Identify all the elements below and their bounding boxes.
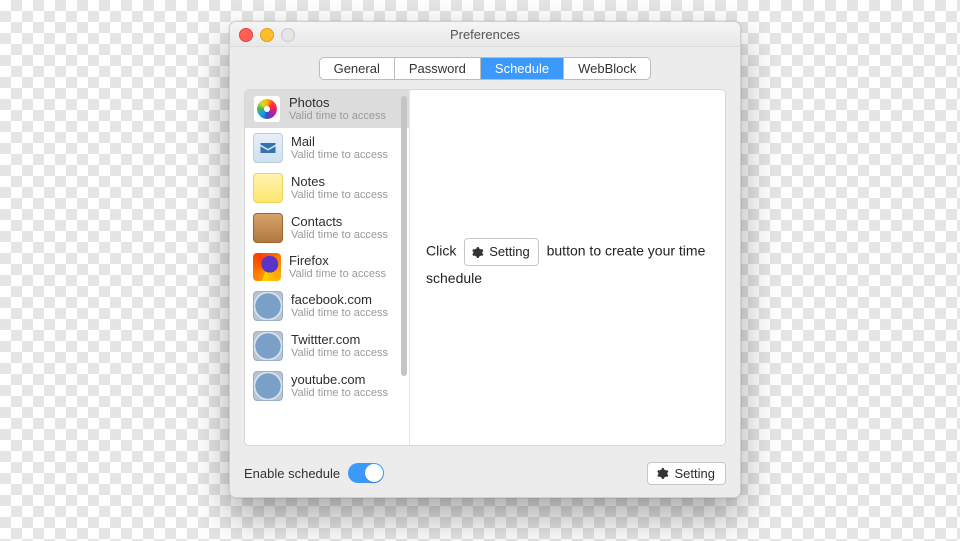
tab-password[interactable]: Password xyxy=(395,58,481,79)
list-item[interactable]: Photos Valid time to access xyxy=(245,90,409,128)
list-item-subtitle: Valid time to access xyxy=(291,189,388,202)
maximize-icon xyxy=(281,28,295,42)
preferences-window: Preferences General Password Schedule We… xyxy=(229,21,741,498)
tab-general[interactable]: General xyxy=(320,58,395,79)
close-icon[interactable] xyxy=(239,28,253,42)
tab-bar: General Password Schedule WebBlock xyxy=(319,57,652,80)
notes-icon xyxy=(253,173,283,203)
mail-icon xyxy=(253,133,283,163)
list-item-label: youtube.com xyxy=(291,372,388,387)
list-item[interactable]: Firefox Valid time to access xyxy=(245,248,409,286)
enable-schedule-toggle[interactable] xyxy=(348,463,384,483)
detail-pane: Click Setting button to create your time… xyxy=(410,90,725,445)
toggle-knob xyxy=(365,464,383,482)
tab-webblock[interactable]: WebBlock xyxy=(564,58,650,79)
list-item-subtitle: Valid time to access xyxy=(289,110,386,123)
list-item-subtitle: Valid time to access xyxy=(291,307,388,320)
setting-button-label: Setting xyxy=(675,466,715,481)
safari-icon xyxy=(253,331,283,361)
panel: Photos Valid time to access Mail Valid t… xyxy=(244,89,726,446)
list-item-label: Mail xyxy=(291,134,388,149)
gear-icon xyxy=(471,246,484,259)
list-item-label: Twittter.com xyxy=(291,332,388,347)
titlebar: Preferences xyxy=(230,22,740,47)
list-item-subtitle: Valid time to access xyxy=(289,268,386,281)
setting-button[interactable]: Setting xyxy=(647,462,726,485)
hint-text-before: Click xyxy=(426,243,456,259)
list-item-subtitle: Valid time to access xyxy=(291,229,388,242)
list-item-subtitle: Valid time to access xyxy=(291,347,388,360)
empty-schedule-hint: Click Setting button to create your time… xyxy=(426,238,709,290)
sidebar-scrollbar[interactable] xyxy=(401,96,407,439)
list-item-subtitle: Valid time to access xyxy=(291,149,388,162)
scroll-thumb[interactable] xyxy=(401,96,407,376)
tabs-row: General Password Schedule WebBlock xyxy=(230,47,740,89)
setting-inline-button[interactable]: Setting xyxy=(464,238,538,266)
safari-icon xyxy=(253,371,283,401)
list-item-label: Firefox xyxy=(289,253,386,268)
enable-schedule-label: Enable schedule xyxy=(244,466,340,481)
app-sidebar: Photos Valid time to access Mail Valid t… xyxy=(245,90,410,445)
list-item[interactable]: Contacts Valid time to access xyxy=(245,208,409,248)
window-title: Preferences xyxy=(450,27,520,42)
list-item-label: Photos xyxy=(289,95,386,110)
tab-schedule[interactable]: Schedule xyxy=(481,58,564,79)
list-item-label: Notes xyxy=(291,174,388,189)
minimize-icon[interactable] xyxy=(260,28,274,42)
list-item-subtitle: Valid time to access xyxy=(291,387,388,400)
list-item[interactable]: Twittter.com Valid time to access xyxy=(245,326,409,366)
safari-icon xyxy=(253,291,283,321)
list-item[interactable]: facebook.com Valid time to access xyxy=(245,286,409,326)
list-item[interactable]: Mail Valid time to access xyxy=(245,128,409,168)
bottom-bar: Enable schedule Setting xyxy=(244,459,726,487)
list-item-label: facebook.com xyxy=(291,292,388,307)
photos-icon xyxy=(253,95,281,123)
setting-inline-label: Setting xyxy=(489,240,529,264)
firefox-icon xyxy=(253,253,281,281)
list-item-label: Contacts xyxy=(291,214,388,229)
list-item[interactable]: Notes Valid time to access xyxy=(245,168,409,208)
enable-schedule-group: Enable schedule xyxy=(244,463,384,483)
contacts-icon xyxy=(253,213,283,243)
window-controls xyxy=(239,28,295,42)
gear-icon xyxy=(656,467,669,480)
list-item[interactable]: youtube.com Valid time to access xyxy=(245,366,409,406)
